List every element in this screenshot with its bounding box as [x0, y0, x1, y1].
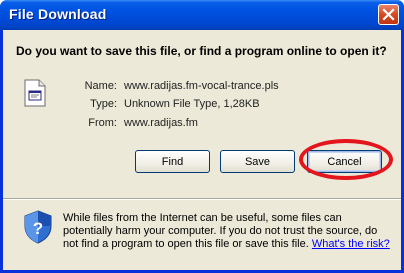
from-label: From:	[88, 117, 117, 129]
dialog-question: Do you want to save this file, or find a…	[16, 44, 387, 58]
shield-icon: ?	[24, 210, 52, 244]
save-button-label: Save	[244, 155, 271, 168]
name-value: www.radijas.fm-vocal-trance.pls	[124, 80, 279, 92]
window-title: File Download	[9, 6, 107, 22]
find-button-label: Find	[161, 155, 184, 168]
name-label: Name:	[84, 80, 117, 92]
title-bar[interactable]: File Download	[0, 0, 404, 30]
svg-text:?: ?	[33, 219, 43, 238]
find-button[interactable]: Find	[135, 150, 210, 173]
divider	[3, 198, 401, 200]
save-button[interactable]: Save	[220, 150, 295, 173]
security-warning: While files from the Internet can be use…	[63, 212, 393, 251]
close-icon	[382, 8, 395, 21]
download-panel: Do you want to save this file, or find a…	[3, 30, 401, 190]
type-value: Unknown File Type, 1,28KB	[124, 98, 260, 110]
file-icon	[24, 79, 46, 107]
file-download-window: File Download Do you want to save this f…	[0, 0, 404, 273]
cancel-button-label: Cancel	[327, 155, 362, 168]
dialog-body: Do you want to save this file, or find a…	[3, 30, 401, 270]
close-button[interactable]	[378, 4, 399, 25]
cancel-button[interactable]: Cancel	[307, 150, 382, 173]
risk-link[interactable]: What's the risk?	[312, 238, 390, 250]
from-value: www.radijas.fm	[124, 117, 198, 129]
type-label: Type:	[90, 98, 117, 110]
